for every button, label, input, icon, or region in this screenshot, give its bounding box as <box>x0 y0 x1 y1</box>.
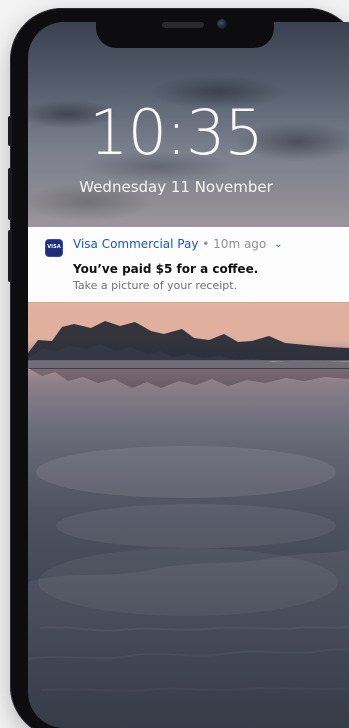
notification-separator: • <box>202 237 210 251</box>
reflection-band-2 <box>56 504 336 548</box>
visa-icon-label: VISA <box>47 244 61 250</box>
reflection-band-1 <box>36 446 336 498</box>
volume-up-button <box>8 168 12 220</box>
notification-app-name: Visa Commercial Pay <box>73 237 199 251</box>
salt-flat-foreground <box>28 550 349 728</box>
notification-title: You’ve paid $5 for a coffee. <box>73 262 259 276</box>
notification-body: Take a picture of your receipt. <box>73 279 238 292</box>
notification-age: 10m ago <box>213 237 267 251</box>
visa-card-icon: VISA <box>45 239 63 257</box>
speaker-grille <box>162 22 204 28</box>
silent-switch <box>8 116 12 146</box>
payment-notification[interactable]: VISA Visa Commercial Pay • 10m ago ⌄ You… <box>28 227 349 302</box>
notification-header: Visa Commercial Pay • 10m ago ⌄ <box>73 236 282 254</box>
chevron-down-icon[interactable]: ⌄ <box>274 237 282 253</box>
lock-date: Wednesday 11 November <box>79 178 273 196</box>
lock-screen-mockup: 10:35 Wednesday 11 November VISA Visa Co… <box>0 0 349 728</box>
front-camera <box>217 19 227 29</box>
lock-time: 10:35 <box>89 96 264 169</box>
volume-down-button <box>8 230 12 282</box>
phone-notch <box>96 10 274 48</box>
